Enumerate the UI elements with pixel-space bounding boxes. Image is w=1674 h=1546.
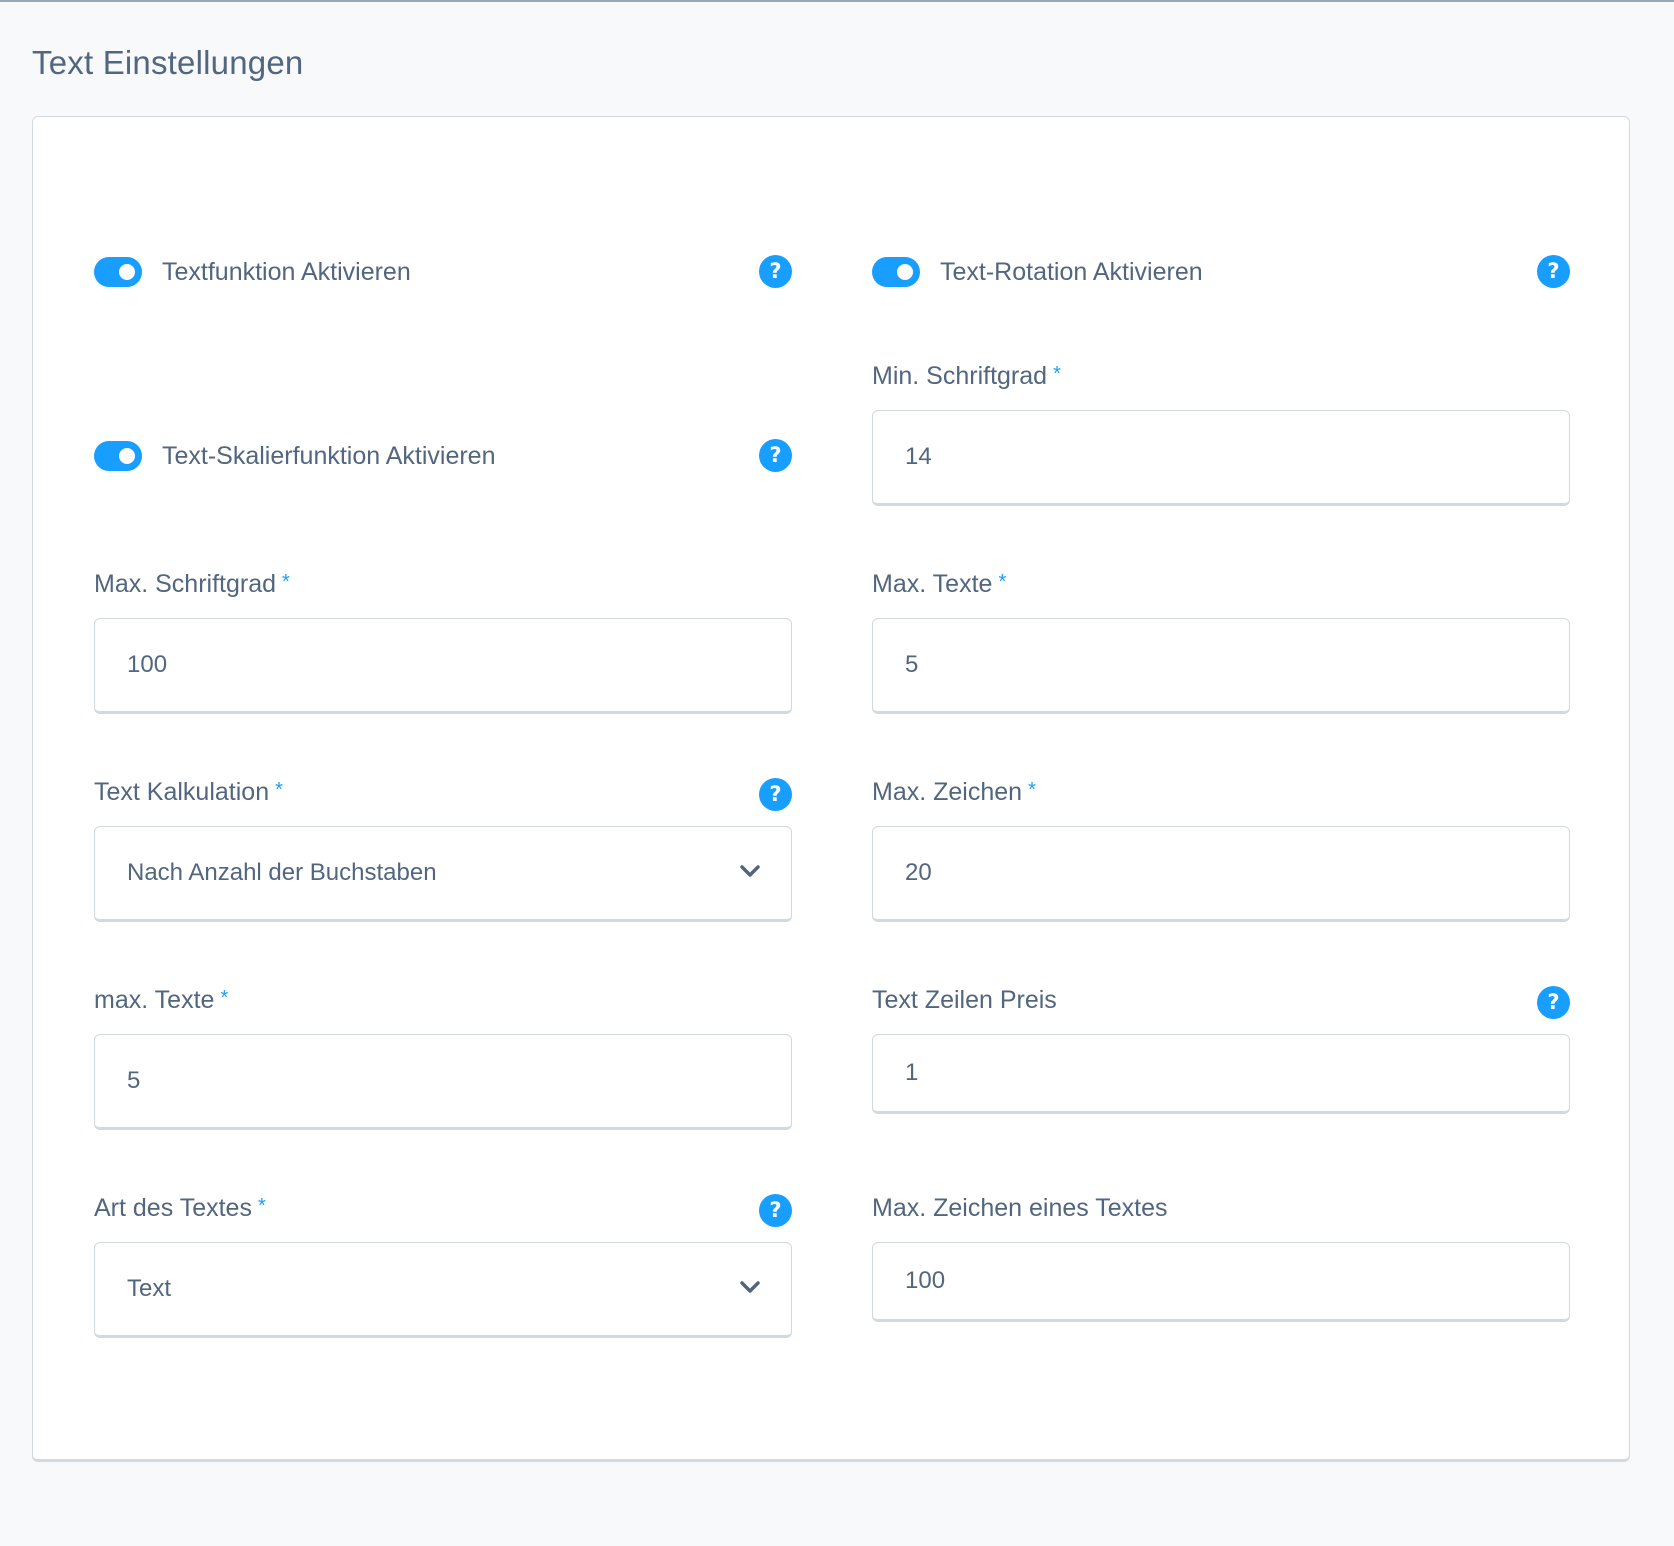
max-texte-lower-input[interactable]: 5 (94, 1034, 792, 1130)
text-kalkulation-select[interactable]: Nach Anzahl der Buchstaben (94, 826, 792, 922)
label-text: Art des Textes (94, 1194, 252, 1222)
text-kalkulation-label: Text Kalkulation * (94, 778, 283, 807)
help-icon[interactable]: ? (759, 439, 792, 472)
chevron-down-icon (740, 865, 760, 877)
max-schriftgrad-label: Max. Schriftgrad * (94, 570, 290, 599)
help-icon[interactable]: ? (759, 255, 792, 288)
top-divider (0, 0, 1674, 2)
label-text: max. Texte (94, 986, 215, 1014)
required-marker: * (1053, 363, 1061, 385)
textfunktion-switch[interactable] (94, 257, 142, 287)
max-texte-input[interactable]: 5 (872, 618, 1570, 714)
text-zeilen-preis-label: Text Zeilen Preis (872, 986, 1057, 1015)
help-icon[interactable]: ? (759, 1194, 792, 1227)
required-marker: * (220, 987, 229, 1009)
input-value: 20 (905, 859, 932, 886)
select-value: Text (127, 1275, 172, 1302)
help-icon[interactable]: ? (759, 778, 792, 811)
label-text: Min. Schriftgrad (872, 362, 1048, 390)
max-texte-label: Max. Texte * (872, 570, 1006, 599)
toggle-textfunktion: Textfunktion Aktivieren (94, 252, 411, 292)
input-value: 1 (905, 1059, 919, 1086)
input-value: 5 (905, 651, 919, 678)
text-rotation-label: Text-Rotation Aktivieren (940, 257, 1203, 286)
required-marker: * (1028, 779, 1036, 801)
label-text: Max. Zeichen eines Textes (872, 1194, 1168, 1222)
text-skalierfunktion-switch[interactable] (94, 441, 142, 471)
input-value: 5 (127, 1067, 141, 1094)
label-text: Max. Schriftgrad (94, 570, 277, 598)
toggle-text-rotation: Text-Rotation Aktivieren (872, 252, 1203, 292)
max-zeichen-input[interactable]: 20 (872, 826, 1570, 922)
required-marker: * (257, 1195, 266, 1217)
min-schriftgrad-label: Min. Schriftgrad * (872, 362, 1061, 391)
art-des-textes-select[interactable]: Text (94, 1242, 792, 1338)
input-value: 100 (127, 651, 168, 678)
switch-knob (119, 448, 135, 464)
page-title: Text Einstellungen (32, 44, 304, 81)
switch-knob (119, 264, 135, 280)
label-text: Text Zeilen Preis (872, 986, 1057, 1014)
text-skalierfunktion-label: Text-Skalierfunktion Aktivieren (162, 441, 496, 470)
text-zeilen-preis-input[interactable]: 1 (872, 1034, 1570, 1114)
max-zeichen-eines-textes-label: Max. Zeichen eines Textes (872, 1194, 1168, 1223)
max-zeichen-eines-textes-input[interactable]: 100 (872, 1242, 1570, 1322)
label-text: Max. Zeichen (872, 778, 1023, 806)
input-value: 100 (905, 1267, 946, 1294)
max-schriftgrad-input[interactable]: 100 (94, 618, 792, 714)
required-marker: * (282, 571, 290, 593)
help-icon[interactable]: ? (1537, 986, 1570, 1019)
textfunktion-label: Textfunktion Aktivieren (162, 257, 411, 286)
required-marker: * (998, 571, 1007, 593)
help-icon[interactable]: ? (1537, 255, 1570, 288)
min-schriftgrad-input[interactable]: 14 (872, 410, 1570, 506)
text-rotation-switch[interactable] (872, 257, 920, 287)
max-zeichen-label: Max. Zeichen * (872, 778, 1036, 807)
input-value: 14 (905, 443, 932, 470)
toggle-text-skalierfunktion: Text-Skalierfunktion Aktivieren (94, 436, 495, 476)
art-des-textes-label: Art des Textes * (94, 1194, 266, 1223)
chevron-down-icon (740, 1281, 760, 1293)
max-texte-lower-label: max. Texte * (94, 986, 228, 1015)
label-text: Text Kalkulation (94, 778, 270, 806)
switch-knob (897, 264, 913, 280)
select-value: Nach Anzahl der Buchstaben (127, 859, 437, 886)
label-text: Max. Texte (872, 570, 993, 598)
required-marker: * (275, 779, 283, 801)
